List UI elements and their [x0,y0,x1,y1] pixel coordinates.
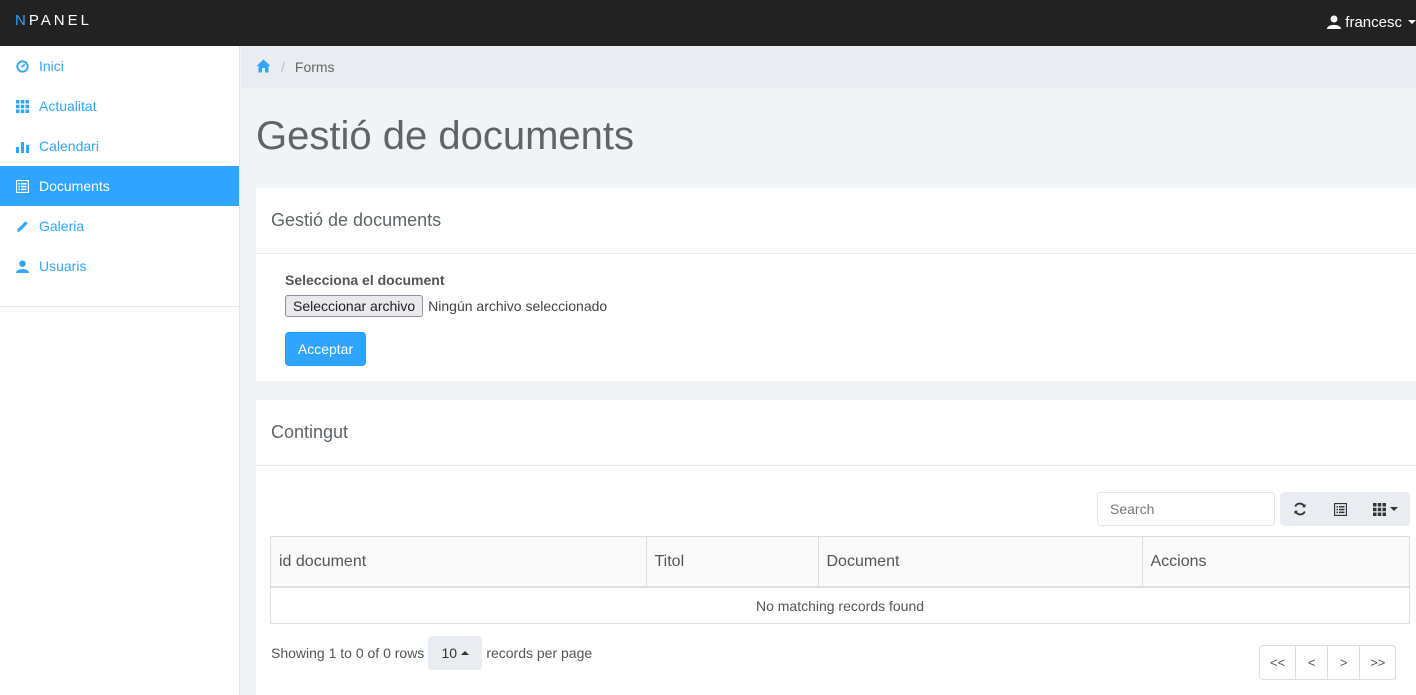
file-status-text: Ningún archivo seleccionado [428,298,608,314]
search-input[interactable] [1097,492,1275,526]
per-page-label: records per page [486,645,593,661]
upload-panel-heading: Gestió de documents [256,188,1416,254]
sidebar-item-inici[interactable]: Inici [0,46,239,86]
column-header-accions[interactable]: Accions [1141,537,1409,588]
page-size-dropdown[interactable]: 10 [428,636,483,670]
pagination-summary: Showing 1 to 0 of 0 rows [271,645,425,661]
brand-logo[interactable]: NPANEL [15,12,92,29]
document-field-label: Selecciona el document [285,272,445,288]
pagination: << < > >> [1259,645,1397,680]
content-panel-heading: Contingut [256,400,1416,466]
top-navbar: NPANEL francesc [0,0,1416,46]
list-icon [15,179,29,193]
bar-chart-icon [15,139,29,153]
pagination-info: Showing 1 to 0 of 0 rows 10 records per … [271,636,592,670]
page-size-value: 10 [441,645,458,661]
accept-button[interactable]: Acceptar [285,332,366,366]
user-icon [1327,15,1342,29]
user-icon [15,259,29,273]
table-toolbar [1280,492,1410,526]
page-title: Gestió de documents [256,114,634,158]
refresh-button[interactable] [1280,492,1320,526]
sidebar: Inici Actualitat Calendari Documents Gal… [0,46,240,695]
grid-icon [1372,502,1386,516]
sidebar-item-label: Documents [39,178,110,194]
toggle-view-button[interactable] [1320,492,1360,526]
column-header-titol[interactable]: Titol [645,537,818,588]
next-page-button[interactable]: > [1327,645,1361,680]
user-name: francesc [1345,13,1402,31]
sidebar-item-actualitat[interactable]: Actualitat [0,86,239,126]
chevron-up-icon [461,651,470,655]
pencil-icon [15,219,29,233]
grid-icon [15,99,29,113]
breadcrumb-current: Forms [294,59,335,75]
documents-table: id document Titol Document Accions No ma… [270,536,1410,624]
file-input[interactable]: Seleccionar archivo Ningún archivo selec… [285,295,607,317]
last-page-button[interactable]: >> [1359,645,1397,680]
columns-dropdown-button[interactable] [1360,492,1410,526]
first-page-button[interactable]: << [1259,645,1297,680]
sidebar-item-documents[interactable]: Documents [0,166,239,206]
sidebar-item-label: Inici [39,58,64,74]
breadcrumb-separator: / [281,59,285,75]
sidebar-item-label: Galeria [39,218,85,234]
sidebar-item-galeria[interactable]: Galeria [0,206,239,246]
user-menu[interactable]: francesc [1327,11,1416,33]
sidebar-item-label: Usuaris [39,258,87,274]
upload-panel: Gestió de documents Selecciona el docume… [256,188,1416,381]
table-header-row: id document Titol Document Accions [271,537,1409,588]
brand-rest: PANEL [28,12,92,29]
choose-file-button[interactable]: Seleccionar archivo [285,295,424,317]
dashboard-icon [15,59,29,73]
chevron-down-icon [1408,20,1416,24]
table-row: No matching records found [271,587,1409,623]
refresh-icon [1294,502,1306,516]
sidebar-item-label: Actualitat [39,98,97,114]
home-icon[interactable] [256,59,271,76]
chevron-down-icon [1389,507,1398,511]
breadcrumb: / Forms [241,46,1416,88]
sidebar-item-calendari[interactable]: Calendari [0,126,239,166]
sidebar-divider [0,306,239,307]
sidebar-item-usuaris[interactable]: Usuaris [0,246,239,286]
list-icon [1333,502,1347,516]
column-header-document[interactable]: Document [817,537,1142,588]
empty-table-message: No matching records found [755,597,925,614]
brand-first-letter: N [15,12,29,29]
prev-page-button[interactable]: < [1295,645,1329,680]
content-panel: Contingut id document Titol Document Acc… [256,400,1416,695]
column-header-id[interactable]: id document [271,537,646,588]
sidebar-item-label: Calendari [39,138,99,154]
